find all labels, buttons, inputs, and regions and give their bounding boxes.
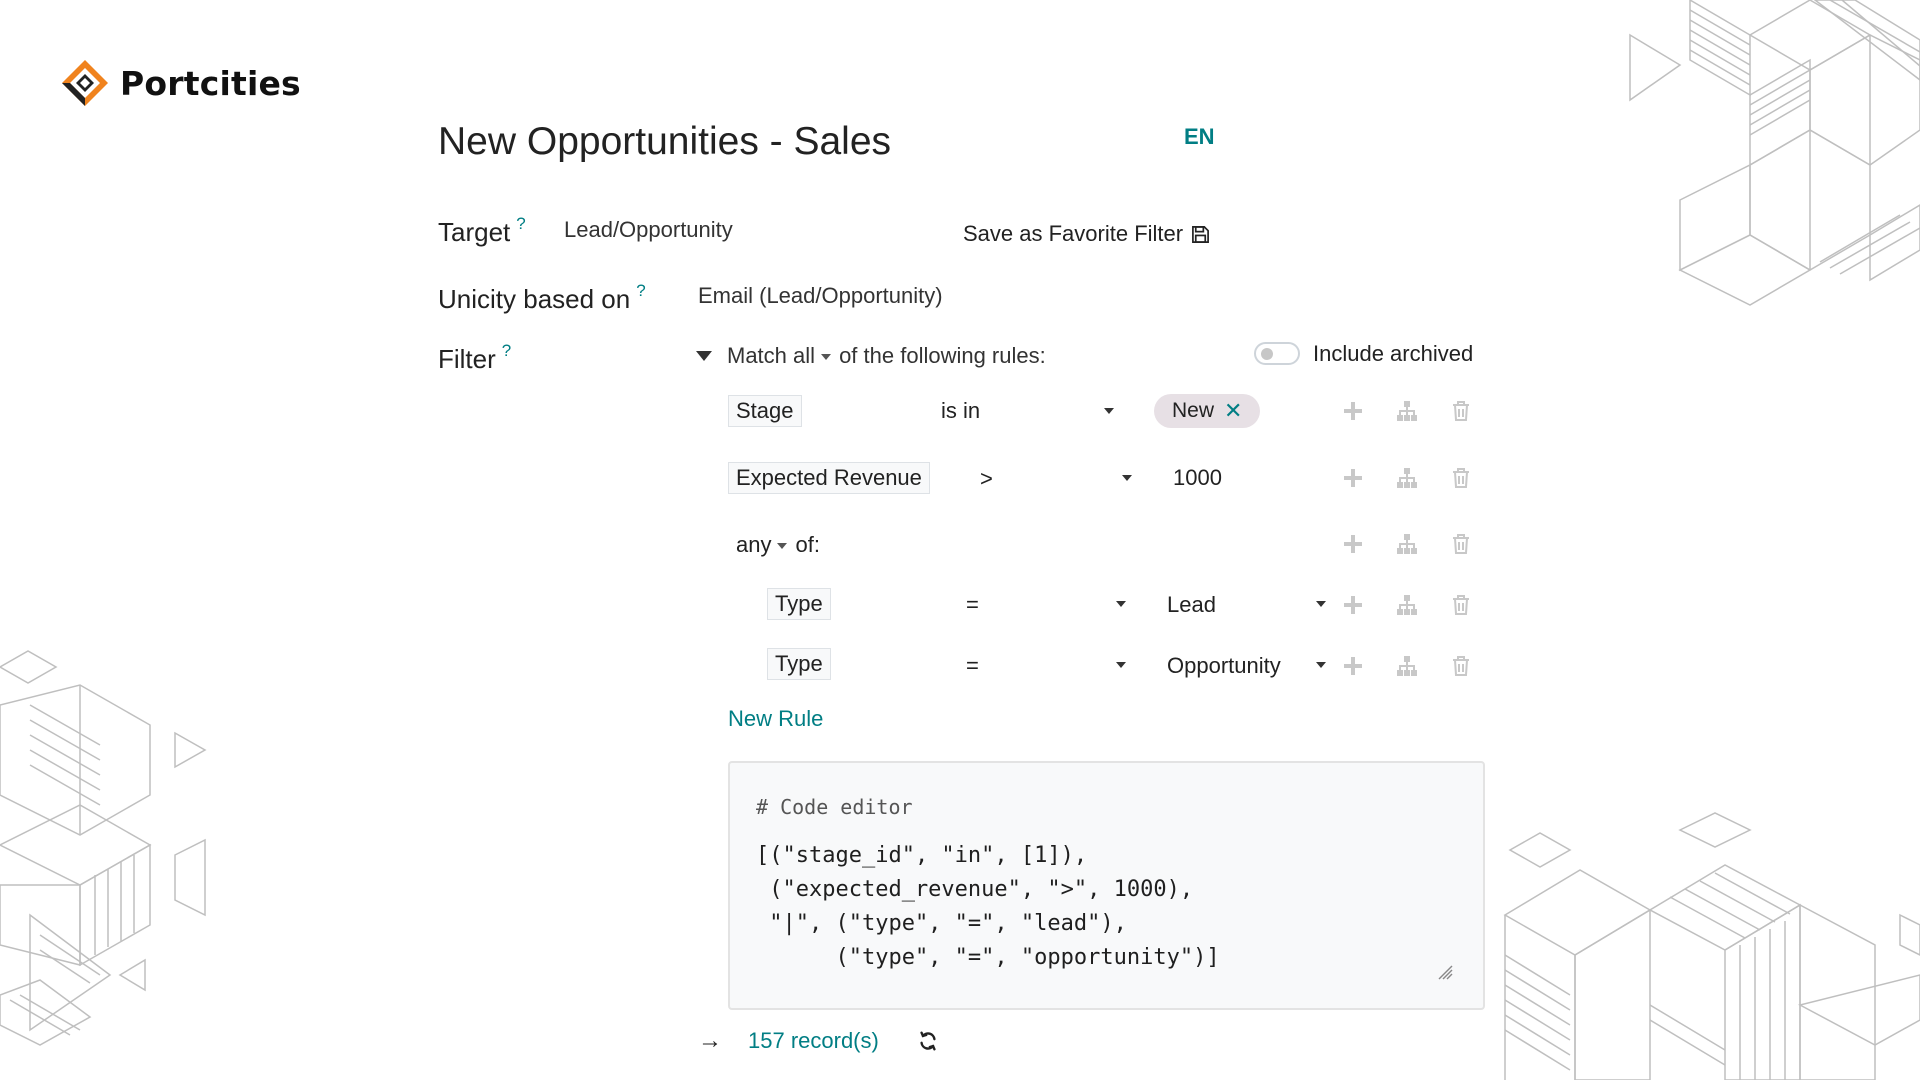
operator-dropdown-caret-icon[interactable] — [1116, 662, 1126, 668]
rule-value-select[interactable]: Opportunity — [1167, 653, 1281, 679]
filter-label-text: Filter — [438, 344, 496, 374]
plus-icon[interactable] — [1342, 467, 1364, 489]
match-mode-caret-icon — [821, 354, 832, 361]
trash-icon[interactable] — [1450, 400, 1472, 422]
group-mode-dropdown[interactable]: any of: — [736, 532, 820, 558]
plus-icon[interactable] — [1342, 400, 1364, 422]
refresh-icon[interactable] — [917, 1030, 939, 1052]
filter-label: Filter? — [438, 341, 511, 375]
target-help-icon[interactable]: ? — [516, 214, 525, 233]
rule-field-select[interactable]: Expected Revenue — [728, 462, 930, 494]
decorative-pattern-bottom-right — [1500, 805, 1920, 1080]
value-dropdown-caret-icon[interactable] — [1316, 662, 1326, 668]
unicity-label: Unicity based on? — [438, 281, 646, 315]
code-editor-comment: # Code editor — [756, 795, 913, 819]
record-count-link[interactable]: 157 record(s) — [748, 1028, 879, 1054]
sitemap-icon[interactable] — [1396, 594, 1418, 616]
tag-remove-icon[interactable]: ✕ — [1224, 398, 1242, 424]
trash-icon[interactable] — [1450, 594, 1472, 616]
save-favorite-filter-button[interactable]: Save as Favorite Filter — [963, 221, 1210, 247]
include-archived-label: Include archived — [1313, 341, 1474, 366]
target-label: Target? — [438, 214, 526, 248]
operator-dropdown-caret-icon[interactable] — [1122, 475, 1132, 481]
group-mode-value: any — [736, 532, 772, 557]
brand-name: Portcities — [120, 63, 301, 103]
trash-icon[interactable] — [1450, 655, 1472, 677]
group-suffix: of: — [795, 532, 820, 557]
record-count-row: → 157 record(s) — [698, 1027, 939, 1055]
collapse-caret-icon[interactable] — [696, 351, 712, 361]
new-rule-link[interactable]: New Rule — [728, 706, 823, 732]
unicity-value[interactable]: Email (Lead/Opportunity) — [698, 283, 943, 309]
match-prefix: Match — [727, 343, 787, 368]
rule-operator-select[interactable]: = — [966, 592, 979, 618]
portcities-logo: Portcities — [60, 58, 301, 108]
code-editor[interactable]: # Code editor [("stage_id", "in", [1]), … — [728, 761, 1485, 1010]
decorative-pattern-bottom-left — [0, 645, 210, 1065]
rule-field-select[interactable]: Stage — [728, 395, 802, 427]
sitemap-icon[interactable] — [1396, 400, 1418, 422]
group-mode-caret-icon — [777, 543, 788, 550]
plus-icon[interactable] — [1342, 533, 1364, 555]
toggle-knob — [1261, 348, 1273, 360]
portcities-logo-icon — [62, 60, 108, 106]
plus-icon[interactable] — [1342, 594, 1364, 616]
unicity-help-icon[interactable]: ? — [636, 281, 645, 300]
sitemap-icon[interactable] — [1396, 467, 1418, 489]
rule-field-select[interactable]: Type — [767, 588, 831, 620]
filter-help-icon[interactable]: ? — [502, 341, 511, 360]
value-dropdown-caret-icon[interactable] — [1316, 601, 1326, 607]
rule-value-tag: New ✕ — [1154, 394, 1261, 428]
code-editor-text[interactable]: [("stage_id", "in", [1]), ("expected_rev… — [756, 839, 1220, 975]
match-mode-value: all — [793, 343, 816, 368]
sitemap-icon[interactable] — [1396, 655, 1418, 677]
sitemap-icon[interactable] — [1396, 533, 1418, 555]
target-value[interactable]: Lead/Opportunity — [564, 217, 733, 243]
tag-label: New — [1172, 399, 1215, 422]
operator-dropdown-caret-icon[interactable] — [1116, 601, 1126, 607]
rule-value-select[interactable]: Lead — [1167, 592, 1216, 618]
trash-icon[interactable] — [1450, 467, 1472, 489]
trash-icon[interactable] — [1450, 533, 1472, 555]
match-mode-dropdown[interactable]: all — [793, 343, 839, 369]
target-label-text: Target — [438, 217, 511, 247]
match-rule-header: Match all of the following rules: — [696, 343, 1046, 369]
rule-field-select[interactable]: Type — [767, 648, 831, 680]
match-suffix: of the following rules: — [839, 343, 1046, 368]
decorative-pattern-top-right — [1620, 0, 1920, 310]
operator-dropdown-caret-icon[interactable] — [1104, 408, 1114, 414]
floppy-disk-icon — [1192, 225, 1210, 243]
page-title: New Opportunities - Sales — [438, 120, 892, 163]
rule-value-input[interactable]: 1000 — [1173, 465, 1222, 491]
rule-operator-select[interactable]: = — [966, 653, 979, 679]
save-favorite-filter-label: Save as Favorite Filter — [963, 221, 1184, 246]
plus-icon[interactable] — [1342, 655, 1364, 677]
rule-operator-select[interactable]: > — [980, 466, 993, 492]
unicity-label-text: Unicity based on — [438, 284, 631, 314]
include-archived-toggle[interactable] — [1254, 342, 1300, 365]
rule-operator-select[interactable]: is in — [941, 398, 980, 424]
language-switch[interactable]: EN — [1184, 124, 1215, 150]
resize-grip-icon[interactable] — [1437, 964, 1453, 980]
arrow-right-icon: → — [698, 1027, 722, 1054]
